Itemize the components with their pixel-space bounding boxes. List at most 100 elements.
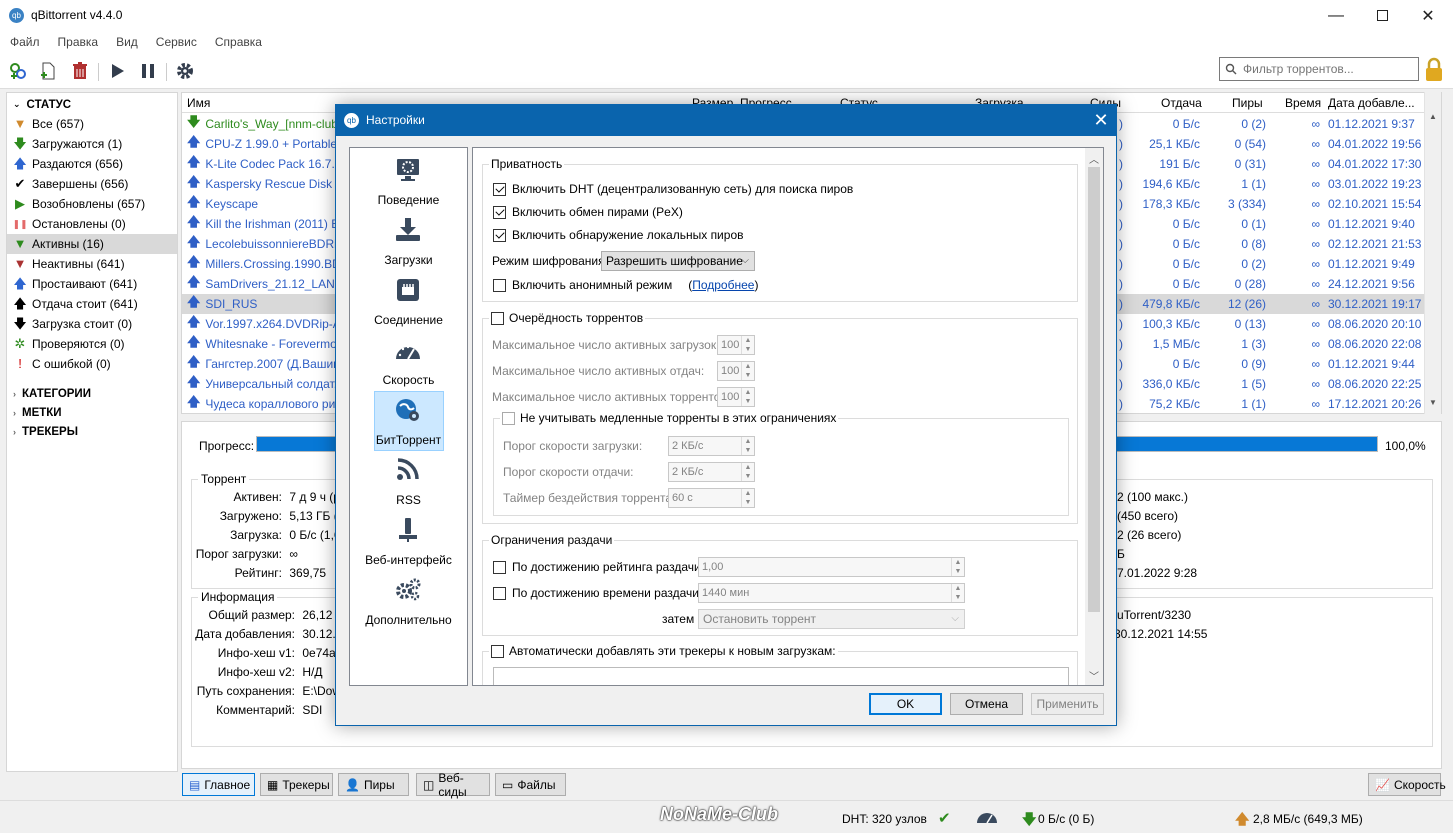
sidebar-status-item[interactable]: ❚❚ Остановлены (0)	[7, 214, 177, 234]
dht-option[interactable]: Включить DHT (децентрализованную сеть) д…	[493, 182, 853, 196]
spin-arrows-icon[interactable]: ▲ ▼	[741, 489, 754, 507]
menu-view[interactable]: Вид	[106, 35, 146, 49]
status-header[interactable]: ⌄ СТАТУС	[7, 95, 177, 114]
scroll-down-icon[interactable]: ▼	[1425, 398, 1441, 407]
then-select[interactable]: Остановить торрент ⌵	[698, 609, 965, 629]
upload-speed[interactable]: 2,8 МБ/с (649,3 МБ)	[1253, 812, 1363, 826]
slow-title[interactable]: Не учитывать медленные торренты в этих о…	[500, 411, 839, 425]
menu-edit[interactable]: Правка	[48, 35, 107, 49]
col-name[interactable]: Имя	[187, 96, 210, 110]
spin-arrows-icon[interactable]: ▲ ▼	[741, 388, 754, 406]
trackers-header[interactable]: › ТРЕКЕРЫ	[7, 422, 177, 441]
scroll-thumb[interactable]	[1088, 167, 1100, 612]
dialog-close-button[interactable]: ✕	[1086, 105, 1116, 136]
ratio-spin[interactable]: 1,00 ▲ ▼	[698, 557, 965, 577]
settings-category[interactable]: Поведение	[350, 151, 467, 211]
trackers-checkbox[interactable]	[491, 644, 504, 658]
tab-files[interactable]: ▭ Файлы	[495, 773, 566, 796]
settings-category[interactable]: Соединение	[350, 271, 467, 331]
tab-trackers[interactable]: ▦ Трекеры	[260, 773, 333, 796]
add-link-button[interactable]	[6, 59, 30, 83]
encryption-select[interactable]: Разрешить шифрование ⌵	[601, 251, 755, 271]
add-file-button[interactable]	[36, 59, 60, 83]
close-button[interactable]: ✕	[1405, 0, 1451, 31]
pex-checkbox[interactable]	[493, 205, 506, 219]
settings-category[interactable]: БитТоррент	[350, 391, 467, 451]
speed-tab[interactable]: 📈 Скорость	[1368, 773, 1446, 796]
sidebar-status-item[interactable]: ▼ Неактивны (641)	[7, 254, 177, 274]
sidebar-status-item[interactable]: 🡅 Отдача стоит (641)	[7, 294, 177, 314]
settings-category[interactable]: Скорость	[350, 331, 467, 391]
settings-button[interactable]	[173, 59, 197, 83]
dht-checkbox[interactable]	[493, 182, 506, 196]
seed-time-spin[interactable]: 1440 мин ▲ ▼	[698, 583, 965, 603]
settings-category[interactable]: Веб-интерфейс	[350, 511, 467, 571]
tab-webseeds[interactable]: ◫ Веб-сиды	[416, 771, 490, 799]
sidebar-status-item[interactable]: ▼ Все (657)	[7, 114, 177, 134]
spin-arrows-icon[interactable]: ▲ ▼	[741, 463, 754, 481]
anon-option[interactable]: Включить анонимный режим (Подробнее)	[493, 278, 758, 292]
trackers-title[interactable]: Автоматически добавлять эти трекеры к но…	[489, 644, 838, 658]
resume-button[interactable]	[105, 59, 129, 83]
max-torrents-spin[interactable]: 100 ▲ ▼	[717, 387, 755, 407]
settings-category[interactable]: Загрузки	[350, 211, 467, 271]
sidebar-status-item[interactable]: ! С ошибкой (0)	[7, 354, 177, 374]
slow-checkbox[interactable]	[502, 411, 515, 425]
menu-tools[interactable]: Сервис	[146, 35, 205, 49]
sidebar-status-item[interactable]: 🡅 Простаивают (641)	[7, 274, 177, 294]
col-eta[interactable]: Время	[1285, 96, 1321, 110]
tab-peers[interactable]: 👤 Пиры	[338, 773, 409, 796]
max-downloads-spin[interactable]: 100 ▲ ▼	[717, 335, 755, 355]
download-speed[interactable]: 0 Б/с (0 Б)	[1038, 812, 1094, 826]
col-peers[interactable]: Пиры	[1232, 96, 1263, 110]
anon-checkbox[interactable]	[493, 278, 506, 292]
sidebar-status-item[interactable]: ▶ Возобновлены (657)	[7, 194, 177, 214]
sidebar-status-item[interactable]: 🡇 Загрузка стоит (0)	[7, 314, 177, 334]
ratio-option[interactable]: По достижению рейтинга раздачи	[493, 560, 701, 574]
spin-arrows-icon[interactable]: ▲ ▼	[741, 437, 754, 455]
dl-threshold-spin[interactable]: 2 КБ/с ▲ ▼	[668, 436, 755, 456]
settings-category[interactable]: RSS	[350, 451, 467, 511]
col-upload[interactable]: Отдача	[1161, 96, 1202, 110]
scroll-up-icon[interactable]: ▲	[1425, 112, 1441, 121]
connection-icon[interactable]: ✔	[938, 809, 951, 827]
sidebar-status-item[interactable]: ▼ Активны (16)	[7, 234, 177, 254]
filter-input-box[interactable]	[1219, 57, 1419, 81]
ok-button[interactable]: OK	[869, 693, 942, 715]
lock-icon[interactable]	[1424, 57, 1444, 83]
scroll-up-icon[interactable]: ︿	[1085, 151, 1103, 166]
filter-input[interactable]	[1243, 62, 1403, 76]
col-added[interactable]: Дата добавле...	[1328, 96, 1415, 110]
pause-button[interactable]	[136, 59, 160, 83]
ratio-checkbox[interactable]	[493, 560, 506, 574]
max-uploads-spin[interactable]: 100 ▲ ▼	[717, 361, 755, 381]
list-scrollbar[interactable]: ▲ ▼	[1424, 92, 1441, 414]
tab-general[interactable]: ▤ Главное	[182, 773, 255, 796]
seed-time-checkbox[interactable]	[493, 586, 506, 600]
spin-arrows-icon[interactable]: ▲ ▼	[741, 362, 754, 380]
lsd-checkbox[interactable]	[493, 228, 506, 242]
scroll-down-icon[interactable]: ﹀	[1085, 668, 1103, 683]
trackers-textarea[interactable]	[493, 667, 1069, 685]
spin-arrows-icon[interactable]: ▲ ▼	[741, 336, 754, 354]
sidebar-status-item[interactable]: 🡅 Раздаются (656)	[7, 154, 177, 174]
tags-header[interactable]: › МЕТКИ	[7, 403, 177, 422]
more-link[interactable]: Подробнее	[692, 278, 754, 292]
cancel-button[interactable]: Отмена	[950, 693, 1023, 715]
spin-arrows-icon[interactable]: ▲ ▼	[951, 558, 964, 576]
categories-header[interactable]: › КАТЕГОРИИ	[7, 384, 177, 403]
seed-time-option[interactable]: По достижению времени раздачи	[493, 586, 699, 600]
settings-category[interactable]: Дополнительно	[350, 571, 467, 631]
minimize-button[interactable]: —	[1313, 0, 1359, 31]
speed-limit-icon[interactable]	[975, 810, 999, 824]
sidebar-status-item[interactable]: ✲ Проверяются (0)	[7, 334, 177, 354]
sidebar-status-item[interactable]: 🡇 Загружаются (1)	[7, 134, 177, 154]
queue-checkbox[interactable]	[491, 311, 504, 325]
apply-button[interactable]: Применить	[1031, 693, 1104, 715]
lsd-option[interactable]: Включить обнаружение локальных пиров	[493, 228, 744, 242]
ul-threshold-spin[interactable]: 2 КБ/с ▲ ▼	[668, 462, 755, 482]
menu-file[interactable]: Файл	[0, 35, 48, 49]
maximize-button[interactable]	[1359, 0, 1405, 31]
sidebar-status-item[interactable]: ✔ Завершены (656)	[7, 174, 177, 194]
pex-option[interactable]: Включить обмен пирами (PeX)	[493, 205, 683, 219]
